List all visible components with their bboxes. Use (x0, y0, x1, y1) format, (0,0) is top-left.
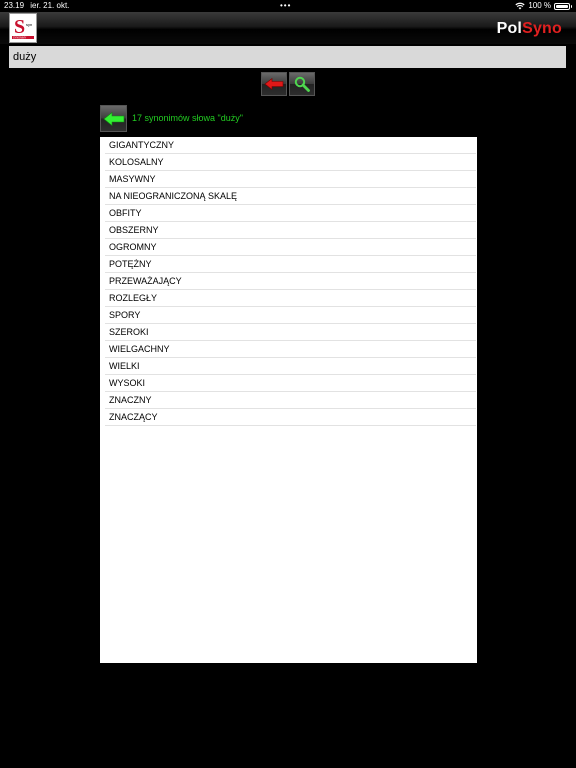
list-item[interactable]: ZNACZNY (105, 392, 476, 409)
list-item[interactable]: SZEROKI (105, 324, 476, 341)
status-bar: 23.19 ier. 21. okt. ••• 100 % (0, 0, 576, 12)
list-item[interactable]: PRZEWAŻAJĄCY (105, 273, 476, 290)
status-date: ier. 21. okt. (30, 1, 70, 10)
app-brand-title: PolSyno (497, 20, 562, 38)
wifi-icon (515, 2, 525, 10)
app-header: S syn SYNONIMY PolSyno (0, 12, 576, 44)
multitasking-dots[interactable]: ••• (280, 0, 291, 12)
battery-icon (554, 2, 572, 10)
battery-fill (556, 4, 568, 8)
list-item[interactable]: POTĘŻNY (105, 256, 476, 273)
green-left-arrow-icon (103, 111, 124, 126)
results-back-button[interactable] (100, 105, 127, 132)
list-item[interactable]: MASYWNY (105, 171, 476, 188)
brand-part-syno: Syno (522, 20, 562, 37)
back-button[interactable] (261, 72, 287, 96)
synonym-list: GIGANTYCZNY KOLOSALNY MASYWNY NA NIEOGRANIC… (100, 137, 477, 663)
list-item[interactable]: OBFITY (105, 205, 476, 222)
results-count-label: 17 synonimów słowa "duży" (132, 113, 243, 123)
green-magnifier-icon (294, 76, 310, 92)
svg-text:S: S (14, 16, 25, 38)
list-item[interactable]: OGROMNY (105, 239, 476, 256)
status-time: 23.19 (4, 1, 25, 10)
list-item[interactable]: NA NIEOGRANICZONĄ SKALĘ (105, 188, 476, 205)
search-input[interactable] (9, 46, 566, 68)
synonym-s-logo-icon: S syn SYNONIMY (9, 13, 37, 43)
list-item[interactable]: KOLOSALNY (105, 154, 476, 171)
list-item[interactable]: WYSOKI (105, 375, 476, 392)
list-item[interactable]: OBSZERNY (105, 222, 476, 239)
list-item[interactable]: WIELGACHNY (105, 341, 476, 358)
battery-percent: 100 % (528, 1, 551, 10)
red-left-arrow-icon (264, 78, 284, 90)
svg-text:syn: syn (26, 22, 32, 27)
search-button[interactable] (289, 72, 315, 96)
brand-part-pol: Pol (496, 20, 523, 37)
list-item[interactable]: WIELKI (105, 358, 476, 375)
status-indicators: 100 % (515, 0, 572, 12)
list-item[interactable]: ROZLEGŁY (105, 290, 476, 307)
list-item[interactable]: SPORY (105, 307, 476, 324)
status-time-date: 23.19 ier. 21. okt. (4, 0, 73, 12)
list-item[interactable]: GIGANTYCZNY (105, 137, 476, 154)
svg-text:SYNONIMY: SYNONIMY (13, 37, 27, 40)
list-item[interactable]: ZNACZĄCY (105, 409, 476, 426)
